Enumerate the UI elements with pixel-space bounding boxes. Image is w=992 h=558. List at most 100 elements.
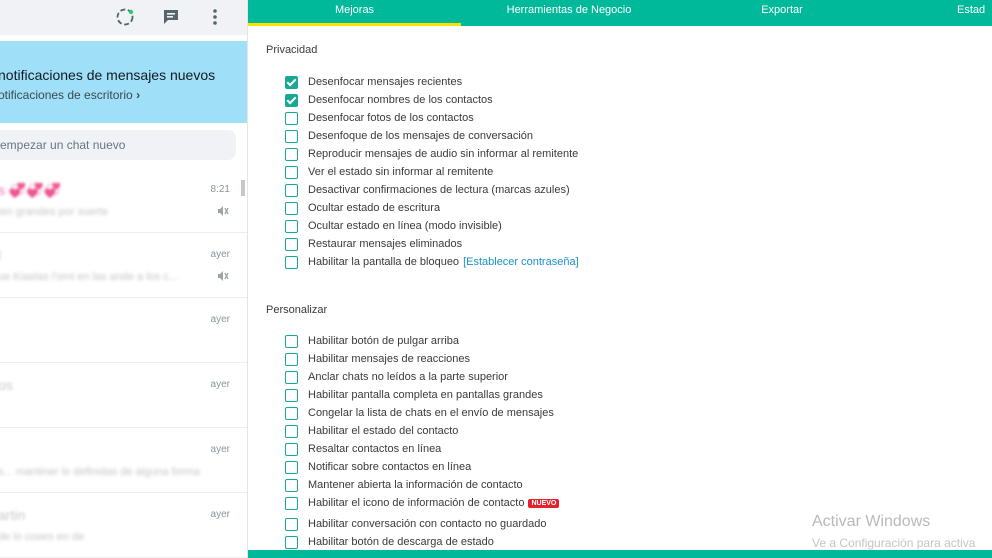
option-row[interactable]: Habilitar la pantalla de bloqueo [Estable… [285,254,579,270]
chat-item[interactable]: os ayer [0,363,247,428]
checkbox[interactable] [285,237,298,251]
checkbox[interactable] [285,370,298,384]
option-row[interactable]: Anclar chats no leídos a la parte superi… [285,369,508,385]
checkbox[interactable] [285,334,298,348]
checkbox[interactable] [285,183,298,197]
option-label: Habilitar conversación con contacto no g… [308,518,547,530]
option-row[interactable]: Ver el estado sin informar al remitente [285,164,493,180]
option-row[interactable]: Habilitar el estado del contacto [285,423,458,439]
option-label: Habilitar mensajes de reacciones [308,353,471,365]
set-password-link[interactable]: [Establecer contraseña] [463,256,579,268]
windows-activation-title: Activar Windows [812,513,931,530]
option-label: Habilitar botón de descarga de estado [308,536,494,548]
new-chat-icon[interactable] [160,6,182,28]
option-row[interactable]: Mantener abierta la información de conta… [285,477,523,493]
option-label: Desactivar confirmaciones de lectura (ma… [308,184,570,196]
checkbox[interactable] [285,111,298,125]
chat-item[interactable]: artin de lo coses en de ayer [0,493,247,558]
option-row[interactable]: Desactivar confirmaciones de lectura (ma… [285,182,570,198]
option-row[interactable]: Ocultar estado de escritura [285,200,440,216]
option-label: Notificar sobre contactos en línea [308,461,472,473]
chat-time: 8:21 [210,184,230,195]
option-label: Habilitar pantalla completa en pantallas… [308,389,543,401]
sidebar-header [0,0,247,35]
checkbox[interactable] [285,129,298,143]
scrollbar-thumb[interactable] [241,180,245,196]
option-row[interactable]: Notificar sobre contactos en línea [285,459,471,475]
notification-title: notificaciones de mensajes nuevos [0,67,216,83]
chat-name: l [0,247,1,263]
chat-name: s 💞💞💞 [0,182,62,198]
option-row[interactable]: Congelar la lista de chats en el envío d… [285,405,554,421]
checkbox[interactable] [285,535,298,549]
option-row[interactable]: Desenfoque de los mensajes de conversaci… [285,128,533,144]
checkbox[interactable] [285,496,298,510]
chevron-right-icon: › [136,88,141,102]
chat-preview: ien grandes por suerte [0,206,109,218]
search-input[interactable]: empezar un chat nuevo [0,130,236,160]
option-row[interactable]: Resaltar contactos en línea [285,441,441,457]
option-row[interactable]: Habilitar mensajes de reacciones [285,351,470,367]
checkbox[interactable] [285,478,298,492]
checkbox[interactable] [285,165,298,179]
tab-herramientas-negocio[interactable]: Herramientas de Negocio [461,0,677,26]
checkbox[interactable] [285,442,298,456]
option-label: Ocultar estado de escritura [308,202,441,214]
chat-time: ayer [210,444,230,455]
option-row[interactable]: Ocultar estado en línea (modo invisible) [285,218,502,234]
tab-estadisticas[interactable]: Estad [957,0,992,26]
checkbox[interactable] [285,352,298,366]
checkbox[interactable] [285,460,298,474]
option-row[interactable]: Habilitar botón de pulgar arriba [285,333,459,349]
chat-list: s 💞💞💞 ien grandes por suerte 8:21 l ue K… [0,168,247,558]
chat-time: ayer [210,509,230,520]
status-icon[interactable] [114,6,136,28]
option-row[interactable]: Desenfocar nombres de los contactos [285,92,493,108]
option-row[interactable]: Desenfocar mensajes recientes [285,74,462,90]
option-row[interactable]: Restaurar mensajes eliminados [285,236,462,252]
chat-name: os [0,377,13,393]
checkbox[interactable] [285,93,298,107]
checkbox[interactable] [285,201,298,215]
checkbox[interactable] [285,388,298,402]
option-label: Reproducir mensajes de audio sin informa… [308,148,579,160]
notification-banner[interactable]: notificaciones de mensajes nuevos otific… [0,41,247,123]
notification-link[interactable]: otificaciones de escritorio › [0,88,140,102]
chat-preview: ue Kiaslas l'omi en las ande a los c... [0,271,179,283]
chat-item[interactable]: l ue Kiaslas l'omi en las ande a los c..… [0,233,247,298]
checkbox[interactable] [285,75,298,89]
checkbox[interactable] [285,219,298,233]
option-label: Desenfocar fotos de los contactos [308,112,474,124]
checkbox[interactable] [285,517,298,531]
chat-item[interactable]: s... mantiner lo definidas de alguna for… [0,428,247,493]
chat-item[interactable]: s 💞💞💞 ien grandes por suerte 8:21 [0,168,247,233]
option-row[interactable]: Habilitar conversación con contacto no g… [285,516,546,532]
option-row[interactable]: Reproducir mensajes de audio sin informa… [285,146,578,162]
tab-mejoras[interactable]: Mejoras [248,0,461,26]
checkbox[interactable] [285,406,298,420]
chat-sidebar: notificaciones de mensajes nuevos otific… [0,0,248,558]
mute-icon [218,206,229,216]
chat-item[interactable]: ayer [0,298,247,363]
option-label: Resaltar contactos en línea [308,443,442,455]
new-badge: NUEVO [528,498,560,508]
menu-icon[interactable] [204,6,226,28]
option-row[interactable]: Desenfocar fotos de los contactos [285,110,474,126]
checkbox[interactable] [285,255,298,269]
chat-time: ayer [210,314,230,325]
search-placeholder: empezar un chat nuevo [0,138,126,152]
chat-name: artin [0,507,26,523]
settings-panel: Mejoras Herramientas de Negocio Exportar… [248,0,992,558]
chat-time: ayer [210,249,230,260]
option-label: Anclar chats no leídos a la parte superi… [308,371,508,383]
checkbox[interactable] [285,147,298,161]
option-label: Habilitar el icono de información de con… [308,497,525,509]
option-label: Restaurar mensajes eliminados [308,238,463,250]
tab-exportar[interactable]: Exportar [677,0,887,26]
option-row[interactable]: Habilitar pantalla completa en pantallas… [285,387,543,403]
option-row[interactable]: Habilitar botón de descarga de estado [285,534,494,550]
option-row[interactable]: Habilitar el icono de información de con… [285,495,560,511]
checkbox[interactable] [285,424,298,438]
section-title-privacidad: Privacidad [266,44,318,56]
tab-bar: Mejoras Herramientas de Negocio Exportar… [248,0,992,26]
